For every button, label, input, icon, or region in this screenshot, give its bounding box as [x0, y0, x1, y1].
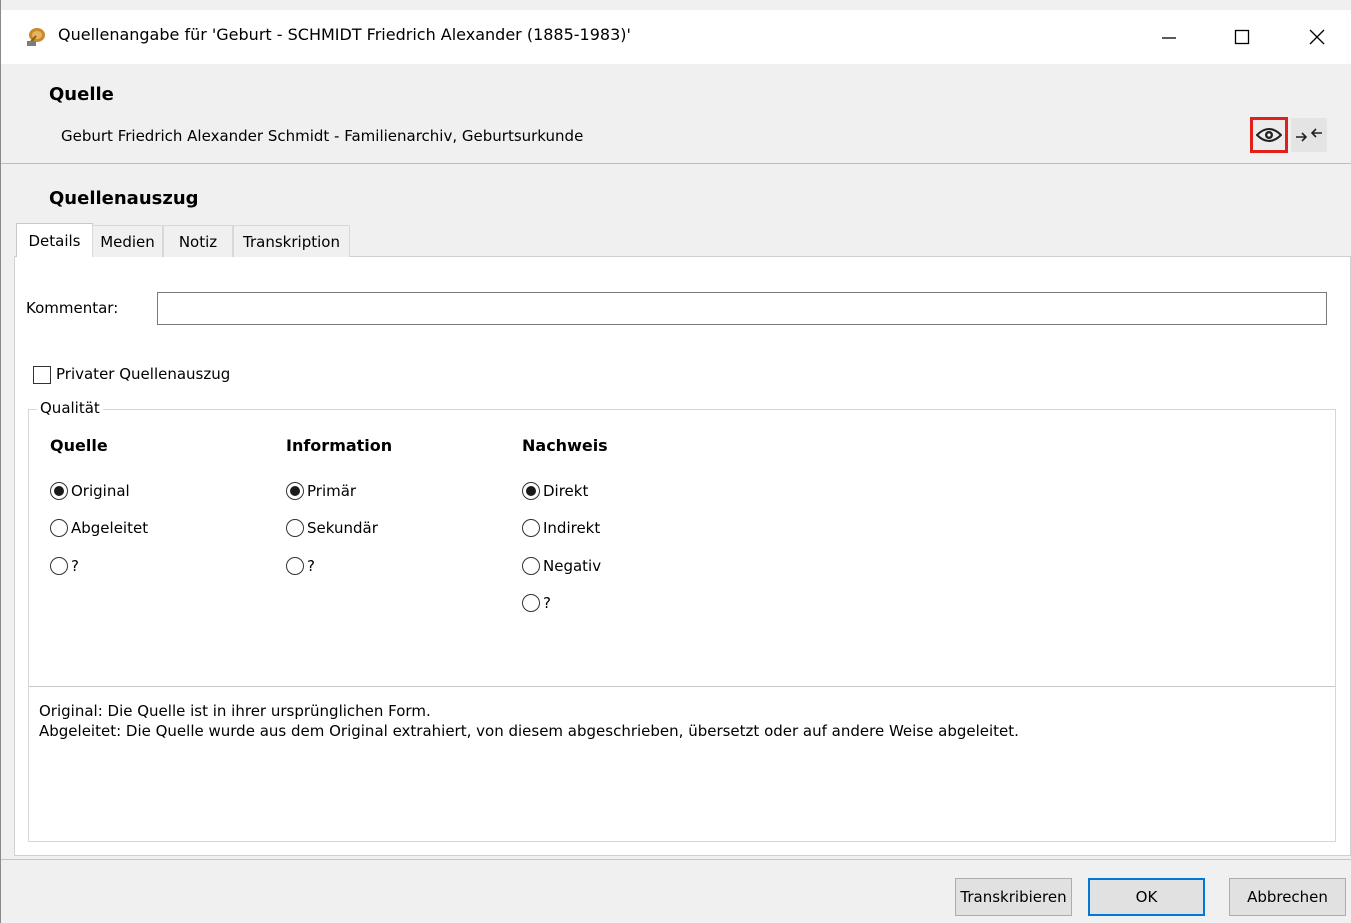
- radio-indicator: [286, 482, 304, 500]
- radio-source-derived[interactable]: Abgeleitet: [50, 519, 148, 537]
- ok-button[interactable]: OK: [1088, 878, 1205, 916]
- radio-label: ?: [71, 557, 79, 575]
- radio-source-original[interactable]: Original: [50, 482, 130, 500]
- tab-details[interactable]: Details: [16, 223, 93, 257]
- radio-indicator: [286, 557, 304, 575]
- radio-label: Indirekt: [543, 519, 601, 537]
- private-checkbox[interactable]: [33, 366, 51, 384]
- comment-label: Kommentar:: [26, 299, 119, 317]
- radio-label: Original: [71, 482, 130, 500]
- section-divider: [1, 163, 1351, 164]
- arrows-link-icon: [1296, 128, 1322, 142]
- close-button[interactable]: [1279, 10, 1351, 64]
- radio-information-unknown[interactable]: ?: [286, 557, 315, 575]
- title-bar: Quellenangabe für 'Geburt - SCHMIDT Frie…: [1, 10, 1351, 64]
- close-icon: [1309, 29, 1324, 45]
- tab-notiz[interactable]: Notiz: [163, 225, 233, 257]
- radio-indicator: [522, 594, 540, 612]
- radio-source-unknown[interactable]: ?: [50, 557, 79, 575]
- radio-indicator: [50, 557, 68, 575]
- maximize-icon: [1234, 29, 1249, 45]
- tab-details-label: Details: [28, 231, 81, 250]
- radio-label: Abgeleitet: [71, 519, 149, 537]
- radio-indicator: [286, 519, 304, 537]
- radio-evidence-unknown[interactable]: ?: [522, 594, 551, 612]
- radio-label: ?: [307, 557, 315, 575]
- description-line: Abgeleitet: Die Quelle wurde aus dem Ori…: [39, 722, 1019, 740]
- radio-evidence-indirect[interactable]: Indirekt: [522, 519, 600, 537]
- excerpt-heading: Quellenauszug: [49, 188, 199, 209]
- quality-information-heading: Information: [286, 436, 393, 455]
- minimize-icon: [1161, 37, 1176, 39]
- comment-input[interactable]: [157, 292, 1327, 325]
- minimize-button[interactable]: [1131, 10, 1206, 64]
- tab-medien-label: Medien: [100, 232, 155, 251]
- description-divider: [29, 686, 1335, 687]
- radio-label: Direkt: [543, 482, 589, 500]
- dialog-window: Quellenangabe für 'Geburt - SCHMIDT Frie…: [0, 0, 1351, 923]
- source-value: Geburt Friedrich Alexander Schmidt - Fam…: [61, 127, 584, 145]
- view-source-button[interactable]: [1250, 117, 1288, 153]
- cancel-button[interactable]: Abbrechen: [1229, 878, 1346, 916]
- radio-evidence-negative[interactable]: Negativ: [522, 557, 601, 575]
- quality-group: [28, 409, 1336, 842]
- quality-source-heading: Quelle: [50, 436, 108, 455]
- radio-indicator: [50, 519, 68, 537]
- radio-indicator: [50, 482, 68, 500]
- radio-indicator: [522, 519, 540, 537]
- radio-label: Negativ: [543, 557, 602, 575]
- eye-icon: [1256, 128, 1282, 142]
- radio-information-primary[interactable]: Primär: [286, 482, 356, 500]
- maximize-button[interactable]: [1204, 10, 1279, 64]
- window-title: Quellenangabe für 'Geburt - SCHMIDT Frie…: [58, 25, 631, 44]
- radio-label: Primär: [307, 482, 357, 500]
- radio-indicator: [522, 482, 540, 500]
- tab-notiz-label: Notiz: [178, 232, 218, 251]
- tab-medien[interactable]: Medien: [92, 225, 163, 257]
- link-source-button[interactable]: [1291, 118, 1327, 152]
- radio-evidence-direct[interactable]: Direkt: [522, 482, 588, 500]
- source-heading: Quelle: [49, 84, 114, 105]
- app-feather-icon: [27, 28, 45, 46]
- radio-label: ?: [543, 594, 551, 612]
- tab-transkription[interactable]: Transkription: [233, 225, 350, 257]
- description-line: Original: Die Quelle ist in ihrer ursprü…: [39, 702, 431, 720]
- radio-information-secondary[interactable]: Sekundär: [286, 519, 378, 537]
- transcribe-button[interactable]: Transkribieren: [955, 878, 1072, 916]
- quality-evidence-heading: Nachweis: [522, 436, 608, 455]
- quality-legend: Qualität: [37, 399, 103, 417]
- radio-indicator: [522, 557, 540, 575]
- radio-label: Sekundär: [307, 519, 378, 537]
- tab-transkription-label: Transkription: [243, 232, 340, 251]
- private-label[interactable]: Privater Quellenauszug: [56, 365, 230, 383]
